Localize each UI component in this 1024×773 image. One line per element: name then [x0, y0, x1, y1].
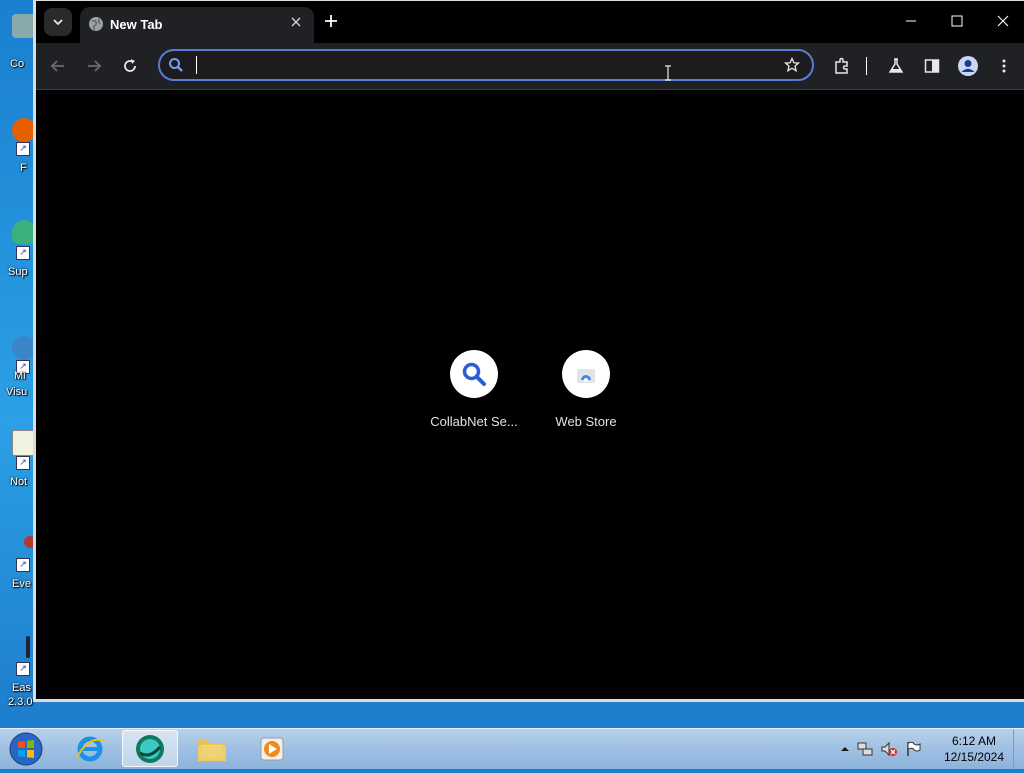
- menu-button[interactable]: [992, 54, 1016, 78]
- start-button[interactable]: [6, 730, 46, 768]
- forward-button[interactable]: [82, 54, 106, 78]
- desktop-icon-label: F: [20, 162, 27, 174]
- system-tray: [840, 737, 922, 761]
- close-window-button[interactable]: [988, 9, 1018, 33]
- maximize-button[interactable]: [942, 9, 972, 33]
- taskbar-clock[interactable]: 6:12 AM 12/15/2024: [938, 733, 1010, 765]
- taskbar-browser[interactable]: [122, 730, 178, 767]
- chevron-up-icon[interactable]: [840, 744, 850, 754]
- desktop-icon-strip: Co ↗ F ↗ Sup ↗ Mi Visu ↗ Not ↗ Eve ↗ Eas…: [0, 0, 38, 728]
- taskbar-internet-explorer[interactable]: [62, 730, 118, 767]
- desktop-icon-label: Visu: [6, 386, 28, 398]
- avatar-icon: [958, 56, 978, 76]
- desktop-icon-easy[interactable]: ↗ Eas 2.3.0: [4, 636, 32, 708]
- shortcut-collabnet[interactable]: CollabNet Se...: [418, 350, 530, 429]
- toolbar-separator: [866, 57, 867, 75]
- shortcut-arrow-icon: ↗: [16, 246, 30, 260]
- show-desktop-button[interactable]: [1013, 729, 1024, 769]
- volume-muted-icon[interactable]: [880, 740, 898, 758]
- search-icon: [462, 362, 486, 386]
- new-tab-page: CollabNet Se... Web Store: [36, 90, 1024, 699]
- flask-icon: [888, 58, 904, 73]
- folder-icon: [198, 739, 226, 761]
- tab-close-button[interactable]: [288, 15, 304, 31]
- desktop-icon-firefox[interactable]: ↗ F: [4, 118, 36, 174]
- plus-icon: [325, 15, 337, 27]
- desktop-icon-label: Sup: [8, 266, 28, 278]
- text-cursor-icon: [665, 65, 671, 81]
- desktop-icon-label: Mi: [14, 370, 26, 382]
- globe-icon: [89, 17, 103, 31]
- text-caret: [196, 56, 197, 74]
- puzzle-icon: [835, 57, 848, 74]
- clock-time: 6:12 AM: [951, 734, 997, 748]
- extensions-button[interactable]: [830, 54, 854, 78]
- desktop-icon-label: 2.3.0: [8, 696, 33, 708]
- shortcut-icon-circle: [562, 350, 610, 398]
- action-center-flag-icon[interactable]: [904, 740, 922, 758]
- kebab-menu-icon: [1002, 59, 1006, 73]
- address-input[interactable]: [190, 55, 774, 77]
- desktop-icon-label: Co: [10, 58, 25, 70]
- arrow-left-icon: [50, 60, 64, 72]
- clock-date: 12/15/2024: [943, 750, 1005, 764]
- new-tab-button[interactable]: [320, 11, 342, 33]
- minimize-button[interactable]: [896, 9, 926, 33]
- close-icon: [291, 17, 301, 27]
- browser-app-icon: [136, 734, 164, 763]
- desktop-icon-label: Eas: [12, 682, 31, 694]
- back-button[interactable]: [46, 54, 70, 78]
- tab-title: New Tab: [110, 17, 163, 32]
- side-panel-icon: [924, 59, 940, 73]
- internet-explorer-icon: [76, 736, 104, 761]
- taskbar-media-player[interactable]: [244, 730, 300, 767]
- bookmark-star-icon[interactable]: [784, 57, 800, 73]
- tab-search-button[interactable]: [44, 8, 72, 36]
- chevron-down-icon: [53, 19, 63, 26]
- network-icon[interactable]: [856, 740, 874, 758]
- windows-logo-icon: [9, 732, 43, 766]
- profile-button[interactable]: [956, 54, 980, 78]
- title-bar: New Tab: [36, 1, 1024, 43]
- address-bar[interactable]: [158, 49, 814, 81]
- labs-button[interactable]: [884, 54, 908, 78]
- arrow-right-icon: [88, 60, 102, 72]
- shortcut-arrow-icon: ↗: [16, 558, 30, 572]
- shortcut-icon-circle: [450, 350, 498, 398]
- minimize-icon: [906, 20, 916, 22]
- reload-icon: [124, 59, 136, 72]
- taskbar: 6:12 AM 12/15/2024: [0, 728, 1024, 769]
- shortcut-arrow-icon: ↗: [16, 142, 30, 156]
- shortcut-label: CollabNet Se...: [430, 414, 518, 429]
- desktop-icon-support[interactable]: ↗ Sup: [4, 220, 36, 278]
- desktop-icon-visual-studio[interactable]: ↗ Mi Visu: [4, 336, 36, 398]
- search-icon: [169, 58, 183, 72]
- web-store-icon: [577, 369, 595, 383]
- desktop-icon-event-viewer[interactable]: ↗ Eve: [4, 536, 36, 590]
- media-player-icon: [260, 737, 284, 760]
- shortcut-web-store[interactable]: Web Store: [530, 350, 642, 429]
- tab-new-tab[interactable]: New Tab: [80, 7, 314, 43]
- desktop-icon-label: Eve: [12, 578, 31, 590]
- maximize-icon: [951, 15, 963, 27]
- browser-toolbar: [36, 43, 1024, 90]
- taskbar-file-explorer[interactable]: [184, 730, 240, 767]
- easy-app-icon: [26, 636, 30, 658]
- browser-window: New Tab CollabNet Se... Web Store: [33, 0, 1024, 702]
- reload-button[interactable]: [118, 54, 142, 78]
- shortcut-arrow-icon: ↗: [16, 662, 30, 676]
- desktop-icon-computer[interactable]: Co: [4, 14, 36, 70]
- close-icon: [997, 15, 1009, 27]
- shortcut-label: Web Store: [555, 414, 617, 429]
- shortcut-arrow-icon: ↗: [16, 456, 30, 470]
- desktop-icon-notepad[interactable]: ↗ Not: [4, 430, 38, 488]
- side-panel-button[interactable]: [920, 54, 944, 78]
- desktop-icon-label: Not: [10, 476, 28, 488]
